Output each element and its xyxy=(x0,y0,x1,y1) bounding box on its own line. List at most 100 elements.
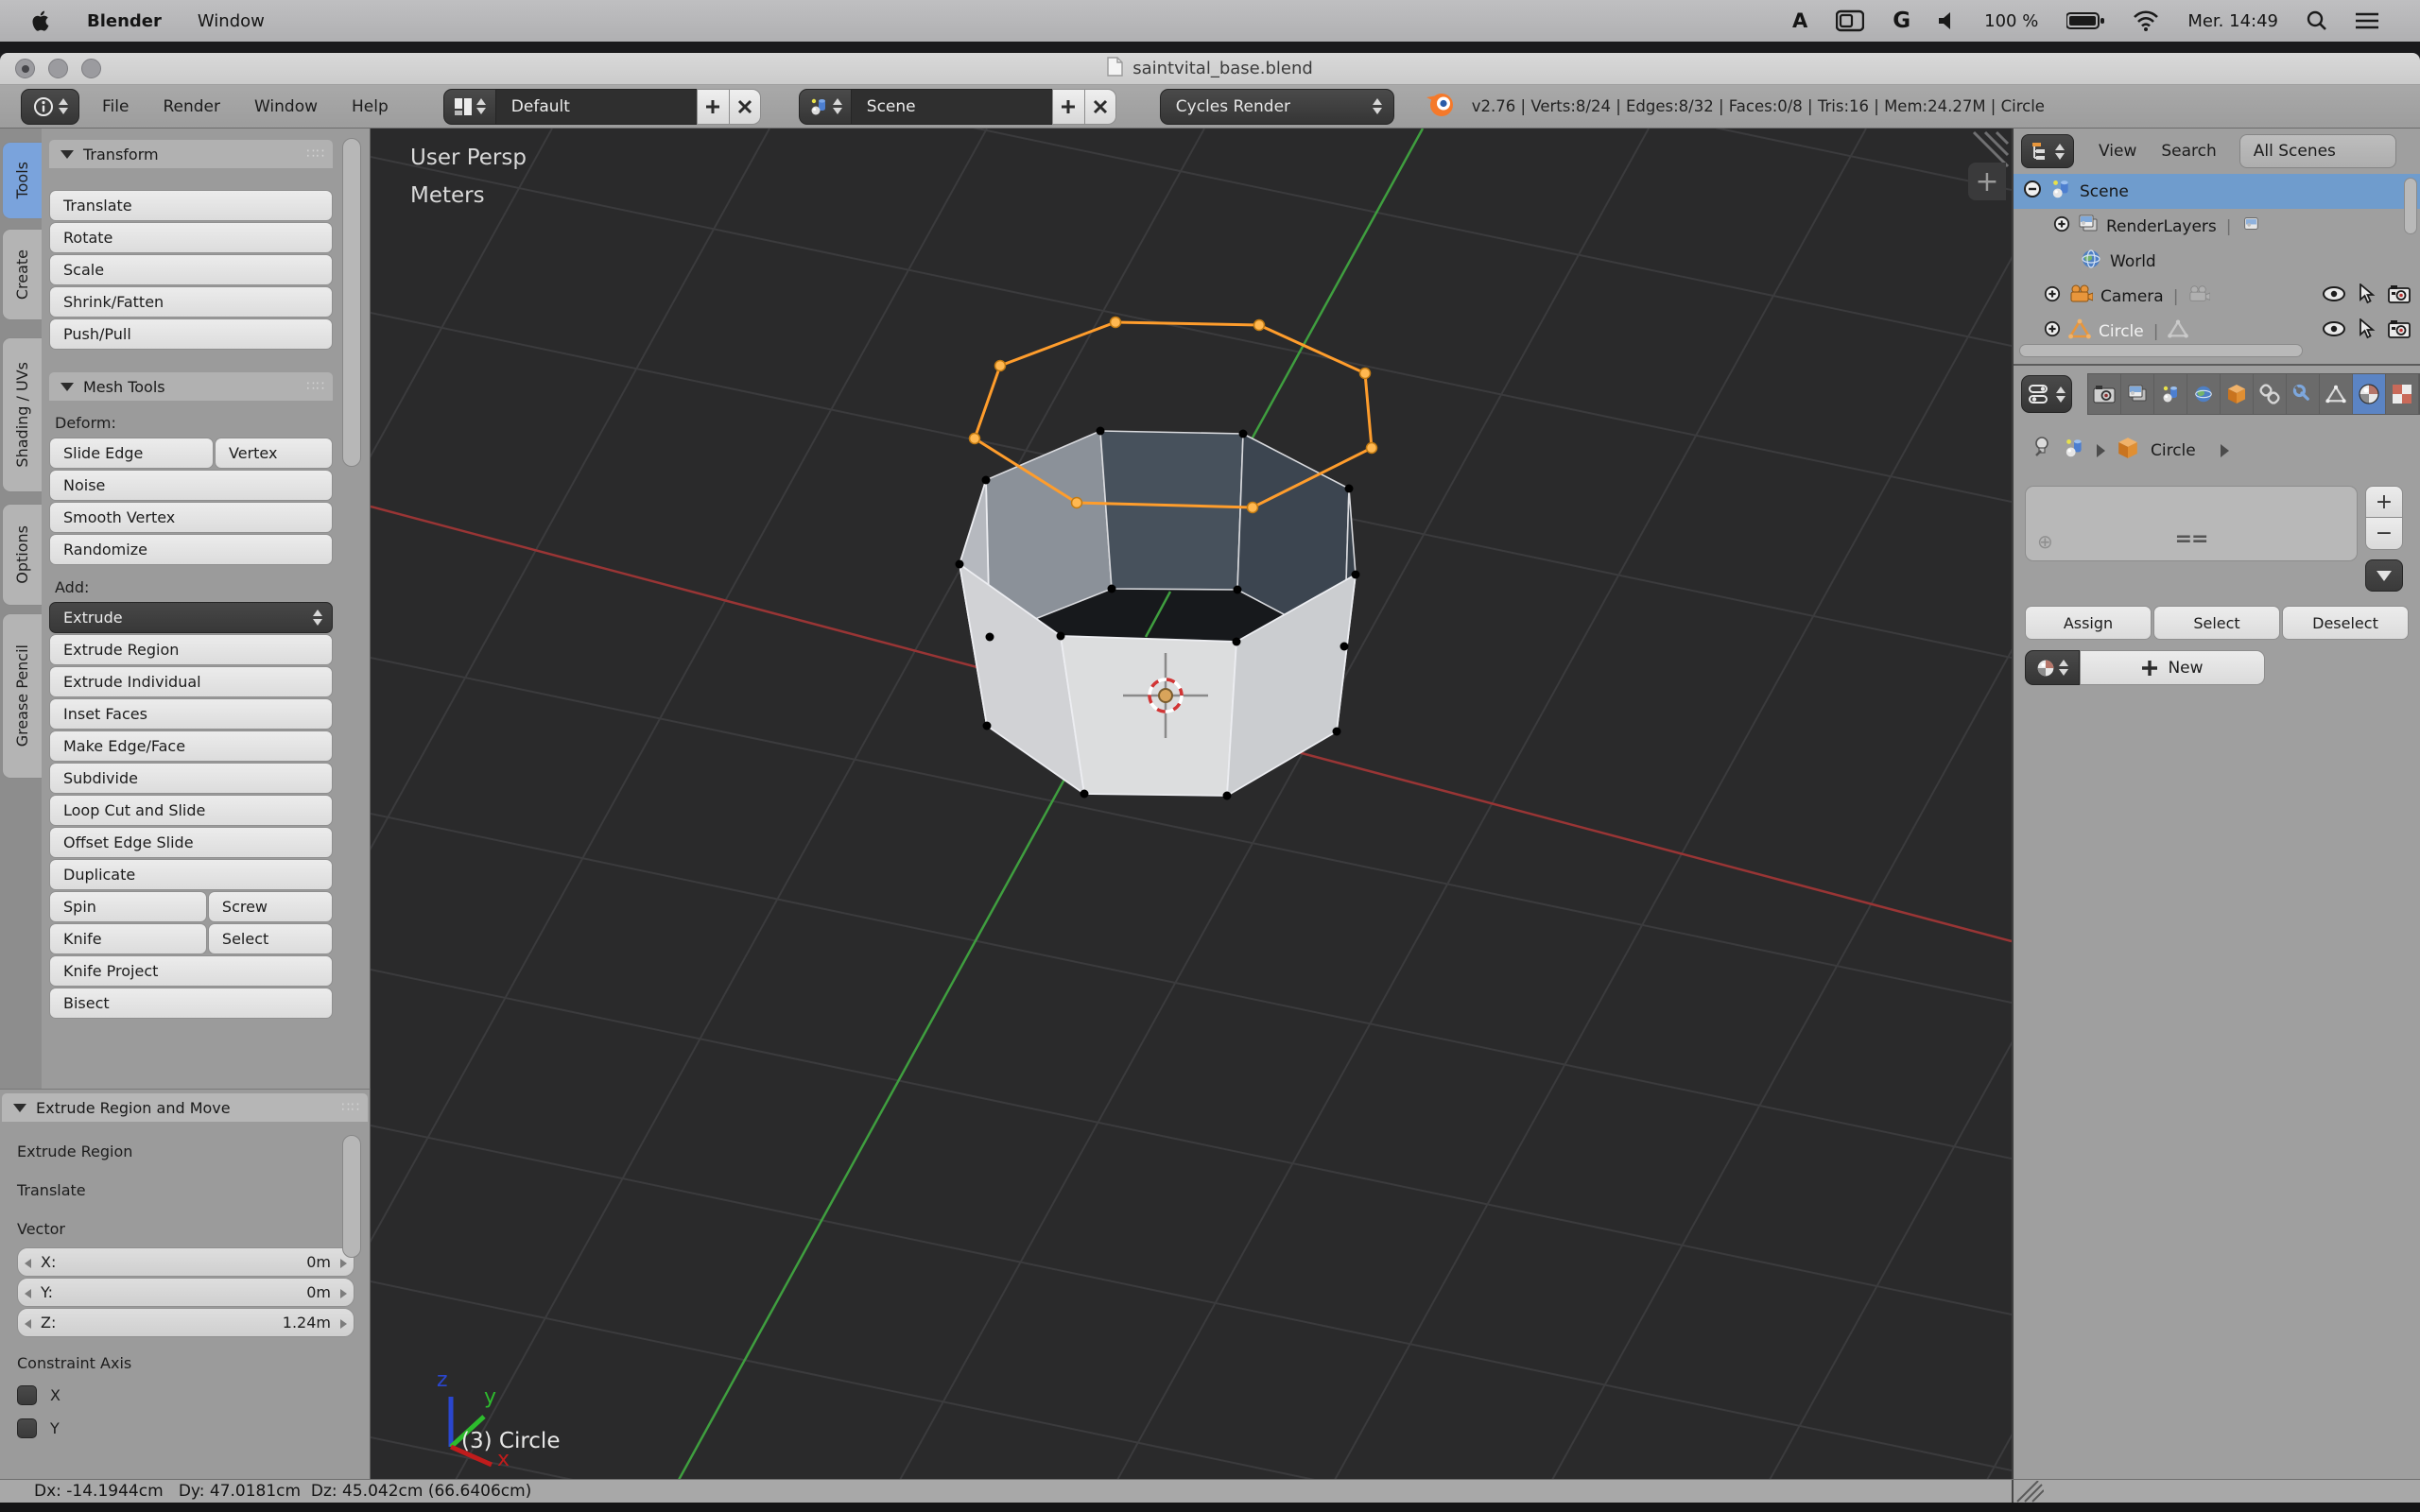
extrude-individual-button[interactable]: Extrude Individual xyxy=(49,666,333,697)
randomize-button[interactable]: Randomize xyxy=(49,534,333,565)
viewport-3d[interactable]: User Persp Meters + z y x (3) Circle xyxy=(371,129,2012,1479)
logitech-icon[interactable]: G xyxy=(1893,9,1910,33)
visibility-eye-icon[interactable] xyxy=(2322,285,2346,307)
shrink-fatten-button[interactable]: Shrink/Fatten xyxy=(49,286,333,318)
slot-add-icon[interactable]: ⊕ xyxy=(2037,530,2053,553)
tab-tools[interactable]: Tools xyxy=(2,142,42,219)
screen-layout-icon-button[interactable] xyxy=(443,89,496,125)
apple-menu-icon[interactable] xyxy=(32,9,51,32)
vector-z-field[interactable]: Z: 1.24m xyxy=(17,1308,354,1337)
editor-type-selector[interactable] xyxy=(21,89,79,125)
tab-data[interactable] xyxy=(2320,374,2353,414)
tab-options[interactable]: Options xyxy=(2,504,42,606)
tab-render-layers[interactable] xyxy=(2121,374,2154,414)
menu-file[interactable]: File xyxy=(85,97,146,116)
properties-editor-selector[interactable] xyxy=(2021,375,2072,413)
menu-render[interactable]: Render xyxy=(146,97,237,116)
knife-select-button[interactable]: Select xyxy=(208,923,333,954)
remove-material-slot-button[interactable]: − xyxy=(2365,518,2403,550)
extrude-dropdown[interactable]: Extrude xyxy=(49,602,333,633)
select-button[interactable]: Select xyxy=(2153,606,2280,640)
inset-faces-button[interactable]: Inset Faces xyxy=(49,698,333,730)
visibility-eye-icon[interactable] xyxy=(2322,320,2346,342)
tab-constraints[interactable] xyxy=(2254,374,2287,414)
expand-icon[interactable] xyxy=(2044,285,2061,307)
panel-header-extrude-region-move[interactable]: Extrude Region and Move ∷∷ xyxy=(2,1093,368,1122)
material-specials-button[interactable] xyxy=(2365,559,2403,592)
smooth-vertex-button[interactable]: Smooth Vertex xyxy=(49,502,333,533)
tab-material[interactable] xyxy=(2353,374,2386,414)
menu-window[interactable]: Window xyxy=(237,97,335,116)
increment-arrow-icon[interactable] xyxy=(340,1289,347,1298)
toolshelf-scrollbar[interactable] xyxy=(342,138,361,467)
decrement-arrow-icon[interactable] xyxy=(25,1259,31,1268)
constraint-y-checkbox[interactable] xyxy=(17,1418,37,1438)
increment-arrow-icon[interactable] xyxy=(340,1319,347,1329)
loop-cut-slide-button[interactable]: Loop Cut and Slide xyxy=(49,795,333,826)
knife-button[interactable]: Knife xyxy=(49,923,207,954)
region-expand-button[interactable]: + xyxy=(1968,163,2006,200)
slide-edge-button[interactable]: Slide Edge xyxy=(49,438,214,469)
menubar-app-name[interactable]: Blender xyxy=(87,11,162,31)
make-edge-face-button[interactable]: Make Edge/Face xyxy=(49,730,333,762)
volume-icon[interactable] xyxy=(1939,11,1956,30)
renderability-camera-icon[interactable] xyxy=(2388,319,2411,343)
tab-render[interactable] xyxy=(2088,374,2121,414)
outliner-menu-view[interactable]: View xyxy=(2099,142,2136,161)
screen-layout-value[interactable]: Default xyxy=(496,89,697,125)
outliner-menu-search[interactable]: Search xyxy=(2161,142,2216,161)
outliner-horizontal-scrollbar[interactable] xyxy=(2019,344,2303,357)
add-material-slot-button[interactable]: + xyxy=(2365,486,2403,518)
duplicate-button[interactable]: Duplicate xyxy=(49,859,333,890)
scale-button[interactable]: Scale xyxy=(49,254,333,285)
new-material-button[interactable]: New xyxy=(2080,650,2265,685)
scene-value[interactable]: Scene xyxy=(852,89,1052,125)
outliner-filter-dropdown[interactable]: All Scenes xyxy=(2239,134,2396,168)
selectability-cursor-icon[interactable] xyxy=(2359,318,2376,344)
outliner-row-world[interactable]: World xyxy=(2014,244,2420,279)
collapse-icon[interactable] xyxy=(2023,180,2042,203)
scene-icon-button[interactable] xyxy=(799,89,852,125)
breadcrumb-object-name[interactable]: Circle xyxy=(2151,441,2196,460)
rotate-button[interactable]: Rotate xyxy=(49,222,333,253)
battery-icon[interactable] xyxy=(2066,11,2104,30)
browse-material-button[interactable] xyxy=(2025,650,2080,685)
panel-header-mesh-tools[interactable]: Mesh Tools ∷∷ xyxy=(49,372,333,401)
screw-button[interactable]: Screw xyxy=(208,891,333,922)
adobe-icon[interactable]: A xyxy=(1792,9,1807,32)
increment-arrow-icon[interactable] xyxy=(340,1259,347,1268)
knife-project-button[interactable]: Knife Project xyxy=(49,955,333,987)
tab-scene[interactable] xyxy=(2154,374,2187,414)
decrement-arrow-icon[interactable] xyxy=(25,1319,31,1329)
tab-grease-pencil[interactable]: Grease Pencil xyxy=(2,613,42,779)
add-layout-button[interactable] xyxy=(697,89,729,125)
notification-center-icon[interactable] xyxy=(2356,11,2378,30)
scene-icon[interactable] xyxy=(2063,437,2085,464)
expand-icon[interactable] xyxy=(2053,215,2070,237)
object-cube-icon[interactable] xyxy=(2117,437,2139,464)
delete-layout-button[interactable] xyxy=(729,89,761,125)
outliner-editor-selector[interactable] xyxy=(2021,134,2074,168)
panel-grip-icon[interactable]: ∷∷ xyxy=(306,146,325,162)
extrude-region-button[interactable]: Extrude Region xyxy=(49,634,333,665)
operator-panel-scrollbar[interactable] xyxy=(342,1135,361,1258)
deselect-button[interactable]: Deselect xyxy=(2282,606,2409,640)
display-icon[interactable] xyxy=(1836,9,1864,32)
offset-edge-slide-button[interactable]: Offset Edge Slide xyxy=(49,827,333,858)
push-pull-button[interactable]: Push/Pull xyxy=(49,318,333,350)
panel-grip-icon[interactable]: ∷∷ xyxy=(306,379,325,394)
render-engine-dropdown[interactable]: Cycles Render xyxy=(1160,89,1394,125)
tab-shading-uvs[interactable]: Shading / UVs xyxy=(2,337,42,492)
tab-world[interactable] xyxy=(2187,374,2221,414)
spotlight-search-icon[interactable] xyxy=(2307,10,2327,31)
menu-help[interactable]: Help xyxy=(335,97,406,116)
panel-grip-icon[interactable]: ∷∷ xyxy=(341,1100,360,1115)
assign-button[interactable]: Assign xyxy=(2025,606,2152,640)
noise-button[interactable]: Noise xyxy=(49,470,333,501)
subdivide-button[interactable]: Subdivide xyxy=(49,763,333,794)
vector-y-field[interactable]: Y: 0m xyxy=(17,1278,354,1307)
bisect-button[interactable]: Bisect xyxy=(49,988,333,1019)
menubar-clock[interactable]: Mer. 14:49 xyxy=(2187,11,2278,31)
translate-button[interactable]: Translate xyxy=(49,190,333,221)
pin-icon[interactable] xyxy=(2029,436,2051,465)
